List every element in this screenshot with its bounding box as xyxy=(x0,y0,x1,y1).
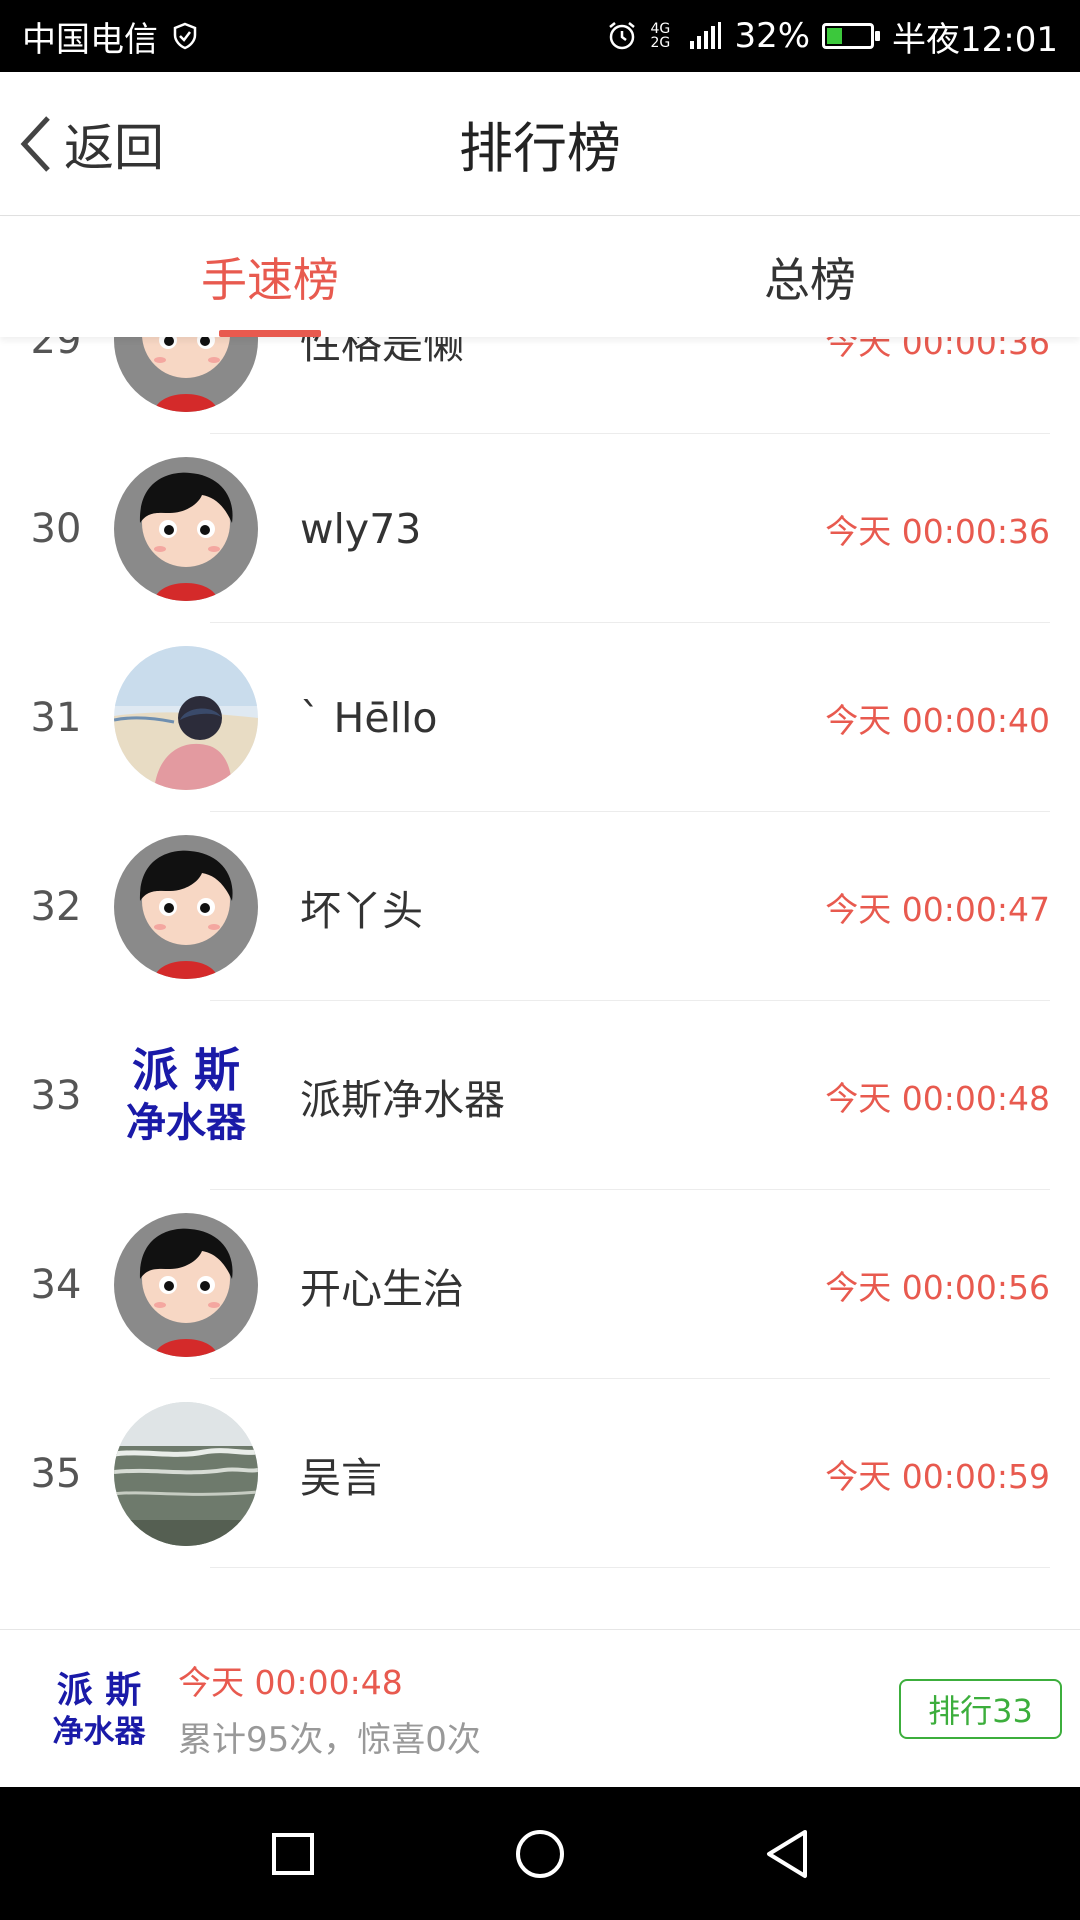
leaderboard-row[interactable]: 29 性格是懒 今天 00:00:36 xyxy=(0,337,1080,434)
logo-line1: 派 斯 xyxy=(132,1043,240,1097)
my-ranking-summary: 派 斯 净水器 今天 00:00:48 累计95次，惊喜0次 排行33 xyxy=(0,1629,1080,1787)
status-bar: 中国电信 4G 2G 32% 半夜12:01 xyxy=(0,0,1080,72)
clock-time: 半夜12:01 xyxy=(892,19,1058,60)
leaderboard-row[interactable]: 34 开心生治 今天 00:00:56 xyxy=(0,1190,1080,1379)
leaderboard-row[interactable]: 32 坏丫头 今天 00:00:47 xyxy=(0,812,1080,1001)
home-button[interactable] xyxy=(505,1819,575,1889)
rank-number: 29 xyxy=(30,337,82,363)
illustration-avatar[interactable] xyxy=(114,645,258,790)
completion-time: 今天 00:00:40 xyxy=(825,700,1050,740)
leaderboard-list[interactable]: 29 性格是懒 今天 00:00:36 30 wly73 今天 00:00:36 xyxy=(0,337,1080,1629)
system-nav-bar xyxy=(0,1787,1080,1920)
cartoon-avatar-icon[interactable] xyxy=(114,834,258,979)
alarm-clock-icon xyxy=(606,20,638,52)
leaderboard-row[interactable]: 35 吴言 今天 00:00:59 xyxy=(0,1379,1080,1568)
shield-check-icon xyxy=(170,21,200,51)
battery-percent: 32% xyxy=(734,16,811,56)
brand-logo: 派 斯 净水器 xyxy=(44,1654,154,1764)
completion-time: 今天 00:00:59 xyxy=(825,1456,1050,1496)
battery-fill xyxy=(827,28,842,44)
my-rank-button[interactable]: 排行33 xyxy=(899,1678,1062,1739)
logo-line1: 派 斯 xyxy=(57,1670,142,1711)
leaderboard-list-inner: 29 性格是懒 今天 00:00:36 30 wly73 今天 00:00:36 xyxy=(0,337,1080,1568)
carrier-label: 中国电信 xyxy=(22,19,158,60)
player-name: ` Hēllo xyxy=(300,693,438,742)
signal-bars-icon xyxy=(688,21,722,51)
completion-time: 今天 00:00:36 xyxy=(825,337,1050,362)
tab-label: 手速榜 xyxy=(201,253,339,307)
completion-time: 今天 00:00:47 xyxy=(825,889,1050,929)
completion-time: 今天 00:00:36 xyxy=(825,511,1050,551)
rank-number: 32 xyxy=(30,883,82,930)
completion-time: 今天 00:00:48 xyxy=(825,1078,1050,1118)
brand-logo[interactable]: 派 斯 净水器 xyxy=(114,1023,258,1168)
tab-speed-ranking[interactable]: 手速榜 xyxy=(0,217,540,337)
player-name: 派斯净水器 xyxy=(300,1075,505,1124)
player-name: 吴言 xyxy=(300,1453,382,1502)
nav-back-button[interactable] xyxy=(752,1819,822,1889)
chevron-left-icon xyxy=(20,116,50,172)
recent-apps-icon xyxy=(272,1832,315,1875)
logo-line2: 净水器 xyxy=(126,1100,247,1146)
back-triangle-icon xyxy=(766,1829,807,1878)
back-button[interactable]: 返回 xyxy=(18,72,164,216)
title-bar: 排行榜 返回 xyxy=(0,72,1080,216)
cartoon-avatar-icon[interactable] xyxy=(114,456,258,601)
my-best-time: 今天 00:00:48 xyxy=(178,1663,403,1702)
cartoon-avatar-icon[interactable] xyxy=(114,1212,258,1357)
rank-number: 34 xyxy=(30,1261,82,1308)
summary-text: 今天 00:00:48 累计95次，惊喜0次 xyxy=(178,1656,899,1761)
home-icon xyxy=(515,1829,564,1878)
tab-total-ranking[interactable]: 总榜 xyxy=(540,217,1080,337)
screen: 中国电信 4G 2G 32% 半夜12:01 排行榜 返回 手速榜 总榜 29 … xyxy=(0,0,1080,1920)
divider xyxy=(210,1567,1050,1568)
rank-number: 30 xyxy=(30,505,82,552)
my-play-stats: 累计95次，惊喜0次 xyxy=(178,1720,481,1760)
tab-bar: 手速榜 总榜 xyxy=(0,217,1080,337)
player-name: 性格是懒 xyxy=(300,337,464,368)
completion-time: 今天 00:00:56 xyxy=(825,1267,1050,1307)
leaderboard-row[interactable]: 33 派 斯 净水器 派斯净水器 今天 00:00:48 xyxy=(0,1001,1080,1190)
network-type-label: 4G 2G xyxy=(650,21,671,51)
player-name: wly73 xyxy=(300,504,422,553)
leaderboard-row[interactable]: 31 ` Hēllo 今天 00:00:40 xyxy=(0,623,1080,812)
tab-label: 总榜 xyxy=(764,253,856,307)
cartoon-avatar-icon[interactable] xyxy=(114,337,258,412)
active-tab-indicator xyxy=(219,330,321,337)
rank-number: 35 xyxy=(30,1450,82,1497)
rank-number: 33 xyxy=(30,1072,82,1119)
sea-photo-avatar[interactable] xyxy=(114,1401,258,1546)
recent-apps-button[interactable] xyxy=(258,1819,328,1889)
player-name: 坏丫头 xyxy=(300,886,423,935)
battery-icon xyxy=(822,23,881,49)
rank-number: 31 xyxy=(30,694,82,741)
back-label: 返回 xyxy=(64,119,164,177)
logo-line2: 净水器 xyxy=(53,1714,147,1750)
leaderboard-row[interactable]: 30 wly73 今天 00:00:36 xyxy=(0,434,1080,623)
player-name: 开心生治 xyxy=(300,1264,464,1313)
